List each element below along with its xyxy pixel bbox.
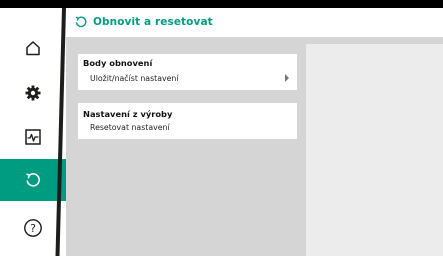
sidebar-item-home[interactable] [0,28,66,68]
section-factory-settings: Nastavení z výroby Resetovat nastavení [78,103,297,139]
section-heading: Body obnovení [83,58,153,68]
restore-icon [75,16,87,28]
help-icon: ? [24,219,42,237]
home-icon [26,41,40,56]
main-content: Body obnovení Uložit/načíst nastavení Na… [66,37,443,256]
gear-icon [25,85,41,101]
save-load-settings-item[interactable]: Uložit/načíst nastavení [78,70,297,90]
sidebar-item-settings[interactable] [0,73,66,113]
list-item-label: Uložit/načíst nastavení [90,74,179,83]
restore-icon [26,173,40,187]
top-bezel [0,0,443,8]
detail-panel [306,44,443,256]
svg-text:?: ? [30,222,36,235]
chevron-right-icon [285,74,289,82]
screen: ? Obnovit a resetovat Body obnovení Ulož… [0,0,443,256]
sidebar-item-diagnostics[interactable] [0,117,66,157]
sidebar: ? [0,8,74,256]
section-restore-points: Body obnovení Uložit/načíst nastavení [78,54,297,90]
page-header: Obnovit a resetovat [66,8,443,37]
page-title: Obnovit a resetovat [93,16,213,28]
reset-settings-item[interactable]: Resetovat nastavení [78,120,297,139]
pulse-icon [25,129,41,145]
section-heading: Nastavení z výroby [83,109,173,119]
list-item-label: Resetovat nastavení [90,123,170,132]
